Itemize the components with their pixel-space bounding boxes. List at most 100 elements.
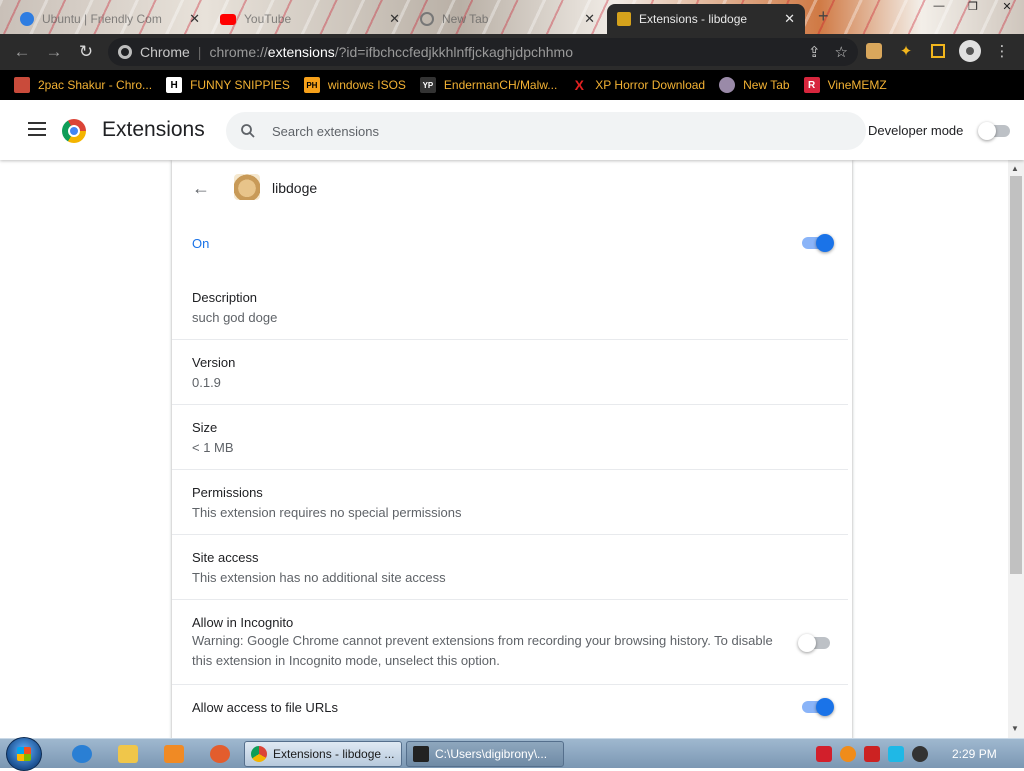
toggle-knob xyxy=(816,698,834,716)
minimize-icon[interactable]: — xyxy=(922,0,956,18)
bookmark-item[interactable]: YP EndermanCH/Malw... xyxy=(419,77,558,93)
developer-mode-toggle[interactable] xyxy=(978,122,1010,140)
bookmark-item[interactable]: X XP Horror Download xyxy=(571,77,706,93)
back-button[interactable]: ← xyxy=(6,36,38,68)
close-tab-icon[interactable]: ✕ xyxy=(584,11,595,27)
bookmark-item[interactable]: 2pac Shakur - Chro... xyxy=(14,77,152,93)
incognito-section: Allow in Incognito Warning: Google Chrom… xyxy=(172,600,852,685)
paint-icon[interactable] xyxy=(210,745,230,763)
flag-icon[interactable] xyxy=(864,746,880,762)
side-panel-icon[interactable] xyxy=(926,36,950,66)
hamburger-menu-icon[interactable] xyxy=(28,122,46,136)
scroll-up-icon[interactable]: ▲ xyxy=(1011,164,1019,173)
version-section: Version 0.1.9 xyxy=(172,340,852,405)
tab-youtube[interactable]: YouTube ✕ xyxy=(210,4,410,34)
start-button[interactable] xyxy=(6,737,42,771)
x-logo-icon: X xyxy=(574,77,584,93)
bookmark-item[interactable]: PH windows ISOS xyxy=(303,77,406,93)
monitor-icon[interactable] xyxy=(888,746,904,762)
puzzle-extensions-icon[interactable]: ✦ xyxy=(894,36,918,66)
tab-title: New Tab xyxy=(442,12,489,26)
tab-extensions[interactable]: Extensions - libdoge ✕ xyxy=(607,4,805,34)
tab-new-tab[interactable]: New Tab ✕ xyxy=(410,4,605,34)
toggle-knob xyxy=(816,234,834,252)
close-tab-icon[interactable]: ✕ xyxy=(784,11,795,27)
bookmark-item[interactable]: New Tab xyxy=(719,77,790,93)
extensions-header: Extensions Developer mode xyxy=(0,100,1024,160)
bookmark-label: EndermanCH/Malw... xyxy=(443,78,558,92)
incognito-toggle[interactable] xyxy=(798,634,830,652)
version-label: Version xyxy=(192,355,236,370)
bookmark-label: FUNNY SNIPPIES xyxy=(190,78,290,92)
puzzle-favicon-icon xyxy=(617,12,631,26)
description-section: Description such god doge xyxy=(172,270,852,340)
chrome-chip-icon xyxy=(118,45,132,59)
profile-avatar[interactable] xyxy=(958,36,982,66)
search-icon xyxy=(240,123,256,139)
main-content: ← libdoge On Description such god doge V… xyxy=(0,160,1008,738)
search-bar[interactable] xyxy=(226,112,866,150)
file-explorer-icon[interactable] xyxy=(118,745,138,763)
bookmark-label: New Tab xyxy=(743,78,790,92)
back-arrow-icon[interactable]: ← xyxy=(192,178,210,199)
enable-extension-toggle[interactable] xyxy=(802,234,834,252)
permissions-value: This extension requires no special permi… xyxy=(192,505,462,520)
size-value: < 1 MB xyxy=(192,440,234,455)
browser-toolbar: ← → ↻ Chrome | chrome://extensions/?id=i… xyxy=(0,34,1024,70)
omnibox-chip-label: Chrome xyxy=(140,44,190,60)
incognito-label: Allow in Incognito xyxy=(192,615,294,630)
file-urls-label: Allow access to file URLs xyxy=(192,700,338,715)
new-tab-button[interactable]: + xyxy=(818,6,829,27)
media-player-icon[interactable] xyxy=(164,745,184,763)
menu-kebab-icon[interactable]: ⋮ xyxy=(990,36,1014,66)
size-section: Size < 1 MB xyxy=(172,405,852,470)
bookmark-item[interactable]: H FUNNY SNIPPIES xyxy=(166,77,290,93)
page-scrollbar[interactable]: ▲ ▼ xyxy=(1008,160,1024,738)
taskbar-item-7zip[interactable]: C:\Users\digibrony\... xyxy=(406,741,564,767)
tab-title: Ubuntu | Friendly Com... xyxy=(42,12,162,26)
close-window-icon[interactable]: ✕ xyxy=(990,0,1024,18)
tab-ubuntu[interactable]: Ubuntu | Friendly Com... ✕ xyxy=(10,4,210,34)
chrome-icon xyxy=(251,746,267,762)
url-path: /?id=ifbchccfedjkkhlnffjckaghjdpchhmo xyxy=(334,44,574,60)
window-controls: — ❐ ✕ xyxy=(922,0,1024,18)
bookmark-label: VineMEMZ xyxy=(827,78,887,92)
volume-icon[interactable] xyxy=(912,746,928,762)
globe-favicon-icon xyxy=(420,12,434,26)
permissions-label: Permissions xyxy=(192,485,263,500)
globe-icon xyxy=(719,77,736,93)
h-logo-icon: H xyxy=(166,77,183,93)
file-urls-toggle[interactable] xyxy=(802,698,834,716)
close-tab-icon[interactable]: ✕ xyxy=(389,11,400,27)
address-bar[interactable]: Chrome | chrome://extensions/?id=ifbchcc… xyxy=(108,38,858,66)
internet-explorer-icon[interactable] xyxy=(72,745,92,763)
search-tray-icon[interactable] xyxy=(840,746,856,762)
tab-title: YouTube xyxy=(244,12,292,26)
bookmark-star-icon[interactable]: ☆ xyxy=(835,43,848,61)
incognito-warning-line: Warning: Google Chrome cannot prevent ex… xyxy=(192,633,773,648)
close-tab-icon[interactable]: ✕ xyxy=(189,11,200,27)
doge-extension-icon[interactable] xyxy=(862,36,886,66)
reload-button[interactable]: ↻ xyxy=(70,36,102,68)
toggle-knob xyxy=(978,122,996,140)
version-value: 0.1.9 xyxy=(192,375,221,390)
windows-taskbar: Extensions - libdoge ... C:\Users\digibr… xyxy=(0,737,1024,771)
search-input[interactable] xyxy=(272,123,832,139)
developer-mode-label: Developer mode xyxy=(868,123,964,138)
bookmark-label: windows ISOS xyxy=(327,78,406,92)
taskbar-item-chrome[interactable]: Extensions - libdoge ... xyxy=(244,741,402,767)
incognito-warning: Warning: Google Chrome cannot prevent ex… xyxy=(192,631,782,671)
scroll-down-icon[interactable]: ▼ xyxy=(1011,724,1019,733)
maximize-icon[interactable]: ❐ xyxy=(956,0,990,18)
bookmark-item[interactable]: R VineMEMZ xyxy=(803,77,887,93)
scrollbar-thumb[interactable] xyxy=(1010,176,1022,574)
tab-strip: Ubuntu | Friendly Com... ✕ YouTube ✕ New… xyxy=(0,0,1024,34)
bookmark-label: XP Horror Download xyxy=(595,78,706,92)
bookmarks-bar: 2pac Shakur - Chro... H FUNNY SNIPPIES P… xyxy=(0,70,1024,100)
extension-detail-card: ← libdoge On Description such god doge V… xyxy=(172,160,852,738)
share-icon[interactable]: ⇪ xyxy=(808,43,821,61)
forward-button[interactable]: → xyxy=(38,36,70,68)
omnibox-separator: | xyxy=(197,44,202,60)
v-app-icon[interactable] xyxy=(816,746,832,762)
site-access-value: This extension has no additional site ac… xyxy=(192,570,446,585)
